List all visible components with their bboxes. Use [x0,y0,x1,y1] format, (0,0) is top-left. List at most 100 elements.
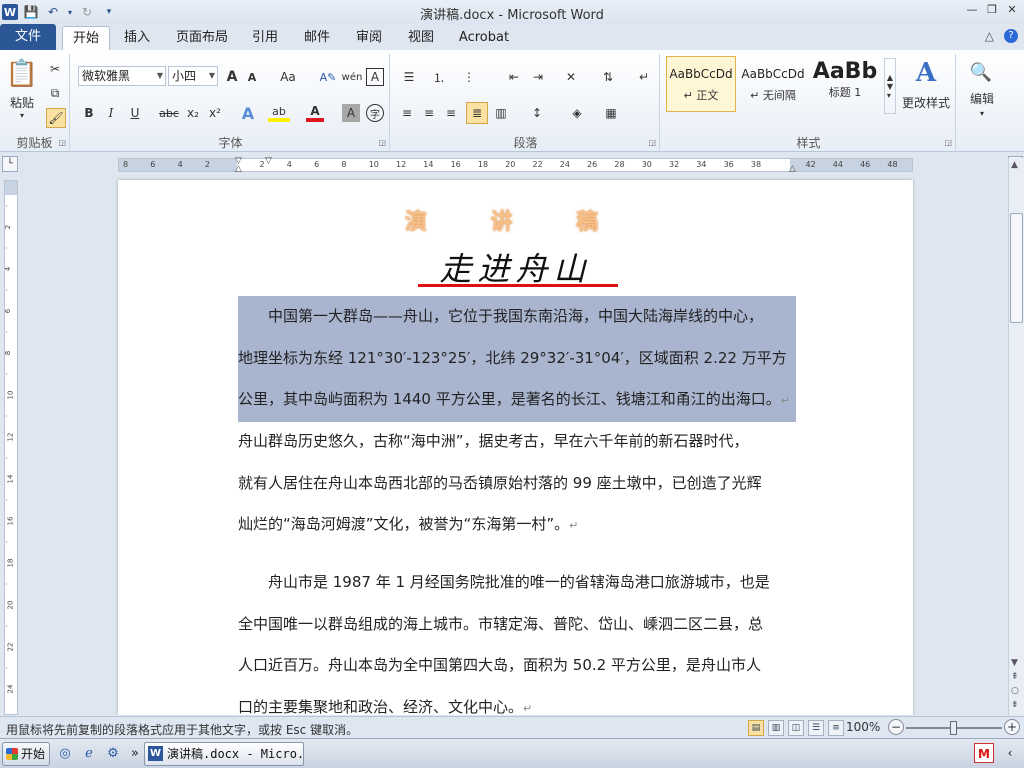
multilevel-list-icon[interactable]: ⋮ [458,68,480,86]
previous-page-icon[interactable]: ⇞ [1011,672,1019,682]
web-layout-icon[interactable]: ◫ [788,720,804,736]
help-icon[interactable]: ? [1004,29,1018,43]
restore-button[interactable]: ❐ [984,2,1000,18]
phonetic-guide-icon[interactable]: wén [342,68,363,86]
close-button[interactable]: ✕ [1004,2,1020,18]
change-styles-button[interactable]: 更改样式 [898,94,954,110]
scrollbar-thumb[interactable] [1010,213,1023,323]
font-color-button[interactable]: A [306,104,324,122]
tray-app-icon[interactable]: M [974,743,994,763]
minimize-button[interactable]: — [964,2,980,18]
paragraph-3[interactable]: 舟山市是 1987 年 1 月经国务院批准的唯一的省辖海岛港口旅游城市，也是 全… [238,562,796,715]
zoom-slider-handle[interactable] [950,721,957,735]
tab-mailings[interactable]: 邮件 [296,26,338,50]
styles-launcher-icon[interactable]: ◲ [944,138,952,147]
horizontal-ruler[interactable]: 8 6 4 2 2 4 6 8 10 12 14 16 18 20 22 24 26 28 30 32 34 36 38 42… [118,156,913,174]
vertical-scrollbar[interactable]: ▲ ▼ ⇞ ○ ⇟ [1008,158,1024,715]
tab-selector[interactable]: └ [2,156,18,172]
highlight-button[interactable]: ab [268,104,290,122]
quicklaunch-app-icon[interactable]: ◎ [56,745,74,763]
tab-view[interactable]: 视图 [400,26,442,50]
align-left-icon[interactable]: ≡ [398,104,416,122]
taskbar-word-window[interactable]: W 演讲稿.docx - Micro... [144,742,304,766]
binoculars-icon[interactable]: 🔍 [966,58,996,86]
show-marks-icon[interactable]: ↵ [636,68,652,86]
decrease-indent-icon[interactable]: ⇤ [504,68,524,86]
chinese-layout-icon[interactable]: ✕ [560,68,582,86]
paste-dropdown-icon[interactable]: ▾ [16,110,28,120]
enclose-characters-button[interactable]: 字 [366,104,384,122]
first-line-indent-icon[interactable]: ▽ [265,156,272,166]
chevron-down-icon[interactable]: ▾ [976,108,988,118]
clear-formatting-icon[interactable]: A✎ [318,68,338,86]
zoom-in-icon[interactable]: + [1004,719,1020,735]
italic-button[interactable]: I [102,104,120,122]
internet-explorer-icon[interactable]: ℯ [80,745,98,763]
copy-icon[interactable]: ⧉ [46,84,64,102]
change-case-icon[interactable]: Aa [276,68,300,86]
paragraph-launcher-icon[interactable]: ◲ [648,138,656,147]
paste-button[interactable]: 粘贴 [4,94,40,110]
font-size-combo[interactable]: 小四 ▼ [168,66,218,86]
font-name-combo[interactable]: 微软雅黑 ▼ [78,66,166,86]
text-effects-button[interactable]: A [238,104,258,123]
style-no-spacing[interactable]: AaBbCcDd ↵ 无间隔 [738,56,808,112]
grow-font-icon[interactable]: A [224,68,240,86]
paragraph-1[interactable]: 中国第一大群岛——舟山，它位于我国东南沿海，中国大陆海岸线的中心， 地理坐标为东… [238,296,796,422]
align-right-icon[interactable]: ≡ [442,104,460,122]
tab-insert[interactable]: 插入 [116,26,158,50]
paste-icon[interactable]: 📋 [6,56,38,92]
bold-button[interactable]: B [80,104,98,122]
underline-button[interactable]: U [126,104,144,122]
start-button[interactable]: 开始 [2,742,50,766]
quicklaunch-tool-icon[interactable]: ⚙ [104,745,122,763]
cut-icon[interactable]: ✂ [46,60,64,78]
subscript-button[interactable]: x₂ [184,104,202,122]
hanging-indent-icon[interactable]: △ [235,164,242,174]
increase-indent-icon[interactable]: ⇥ [528,68,548,86]
outline-view-icon[interactable]: ☰ [808,720,824,736]
sort-icon[interactable]: ⇅ [598,68,618,86]
select-browse-object-icon[interactable]: ○ [1011,686,1019,696]
clipboard-launcher-icon[interactable]: ◲ [58,138,66,147]
strikethrough-button[interactable]: abc [158,104,180,122]
format-painter-icon[interactable]: 🖌 [46,108,66,128]
zoom-level[interactable]: 100% [846,720,880,734]
draft-view-icon[interactable]: ≡ [828,720,844,736]
borders-icon[interactable]: ▦ [600,104,622,122]
tab-home[interactable]: 开始 [62,26,110,50]
scroll-up-icon[interactable]: ▲ [1011,160,1018,170]
font-launcher-icon[interactable]: ◲ [378,138,386,147]
tab-acrobat[interactable]: Acrobat [452,26,516,50]
character-border-icon[interactable]: A [366,68,384,86]
editing-button[interactable]: 编辑 [960,90,1004,106]
tab-page-layout[interactable]: 页面布局 [170,26,234,50]
full-screen-reading-icon[interactable]: ▥ [768,720,784,736]
bullets-icon[interactable]: ☰ [398,68,420,86]
superscript-button[interactable]: x² [206,104,224,122]
styles-scroll[interactable]: ▲ ▼ ▾ [884,58,896,114]
justify-icon[interactable]: ≣ [466,102,488,124]
vertical-ruler[interactable]: · 2 · 4 · 6 · 8 · 10 · 12 · 14 · 16 · 18 · 20 · 22 · 24 [3,180,18,715]
line-spacing-icon[interactable]: ↕ [526,104,548,122]
character-shading-button[interactable]: A [342,104,360,122]
document-page[interactable]: 演 讲 稿 走进舟山 中国第一大群岛——舟山，它位于我国东南沿海，中国大陆海岸线… [118,180,913,715]
quicklaunch-overflow-icon[interactable]: » [126,745,144,763]
distributed-icon[interactable]: ▥ [492,104,510,122]
print-layout-icon[interactable]: ▤ [748,720,764,736]
numbering-icon[interactable]: ⒈ [428,68,450,86]
change-styles-icon[interactable]: A [906,56,946,90]
align-center-icon[interactable]: ≡ [420,104,438,122]
style-heading-1[interactable]: AaBb 标题 1 [810,56,880,112]
next-page-icon[interactable]: ⇟ [1011,700,1019,710]
zoom-out-icon[interactable]: − [888,719,904,735]
tab-references[interactable]: 引用 [244,26,286,50]
right-indent-icon[interactable]: △ [789,164,796,174]
shading-icon[interactable]: ◈ [566,104,588,122]
tray-expand-icon[interactable]: ‹ [1000,743,1020,763]
minimize-ribbon-icon[interactable]: △ [985,29,994,43]
scroll-down-icon[interactable]: ▼ [1011,658,1018,668]
style-normal[interactable]: AaBbCcDd ↵ 正文 [666,56,736,112]
tab-file[interactable]: 文件 [0,24,56,50]
shrink-font-icon[interactable]: A [244,68,260,86]
